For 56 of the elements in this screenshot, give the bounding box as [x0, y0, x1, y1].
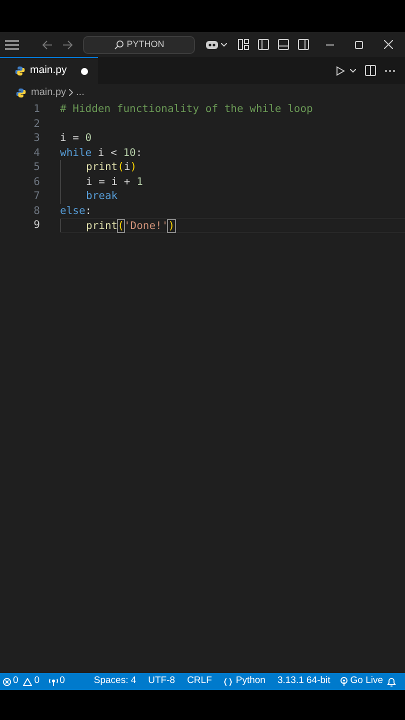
breadcrumb-item[interactable]: main.py: [31, 85, 66, 100]
breadcrumb-item[interactable]: ...: [76, 85, 84, 100]
error-icon: [3, 678, 11, 686]
status-item[interactable]: CRLF: [187, 674, 212, 689]
sidebar-toggle-icon[interactable]: [258, 39, 269, 50]
code-line: i = 0: [60, 131, 92, 146]
code-line: while i < 10:: [60, 146, 142, 160]
code-line: print('Done!'): [60, 219, 175, 232]
caret-icon[interactable]: [350, 68, 356, 72]
split-editor-icon[interactable]: [365, 65, 376, 76]
editor-tab[interactable]: main.py: [0, 57, 98, 84]
line-number: 2: [32, 116, 40, 131]
python-file-icon: [15, 66, 25, 76]
line-number: 6: [32, 174, 40, 189]
run-icon[interactable]: [336, 66, 345, 76]
forward-arrow-icon[interactable]: [62, 40, 73, 50]
line-number: 4: [32, 146, 40, 160]
python-file-icon: [16, 88, 26, 98]
menu-icon[interactable]: [5, 40, 19, 50]
code-line: i = i + 1: [60, 174, 143, 189]
line-number: 3: [32, 131, 40, 146]
line-number: 9: [32, 218, 40, 232]
code-line: else:: [60, 204, 92, 218]
line-number: 1: [32, 102, 40, 116]
code-line: # Hidden functionality of the while loop: [60, 102, 313, 116]
warning-icon: [23, 678, 32, 686]
unsaved-dot-icon: [81, 68, 88, 74]
caret-icon[interactable]: [221, 42, 227, 46]
search-icon: [114, 40, 124, 50]
braces-icon: [224, 678, 232, 686]
close-icon[interactable]: [384, 40, 393, 49]
interpreter-status[interactable]: 3.13.1 64-bit: [277, 674, 330, 689]
ports-status[interactable]: 0: [48, 674, 65, 689]
layout-icon[interactable]: [238, 39, 249, 50]
minimize-icon[interactable]: [326, 44, 334, 46]
code-line: print(i): [60, 160, 137, 174]
panel-toggle-icon[interactable]: [278, 39, 289, 50]
secondary-sidebar-icon[interactable]: [298, 39, 309, 50]
notification-bell-icon[interactable]: [387, 676, 396, 686]
go-live-button[interactable]: Go Live: [340, 674, 384, 689]
code-line: break: [60, 189, 118, 204]
line-number: 8: [32, 204, 40, 218]
search-field[interactable]: PYTHON: [83, 36, 195, 54]
problems-status[interactable]: 0 0: [3, 674, 40, 689]
status-item[interactable]: Spaces: 4: [94, 674, 136, 689]
ports-icon: [48, 678, 58, 686]
search-text: PYTHON: [126, 38, 164, 51]
line-number: 5: [32, 160, 40, 174]
broadcast-icon: [340, 677, 348, 686]
copilot-icon[interactable]: [205, 39, 219, 50]
language-status[interactable]: Python: [224, 674, 266, 689]
maximize-icon[interactable]: [355, 40, 363, 48]
status-item[interactable]: UTF-8: [148, 674, 176, 689]
line-number: 7: [32, 189, 40, 204]
chevron-icon: [69, 89, 74, 96]
back-arrow-icon[interactable]: [42, 40, 53, 50]
